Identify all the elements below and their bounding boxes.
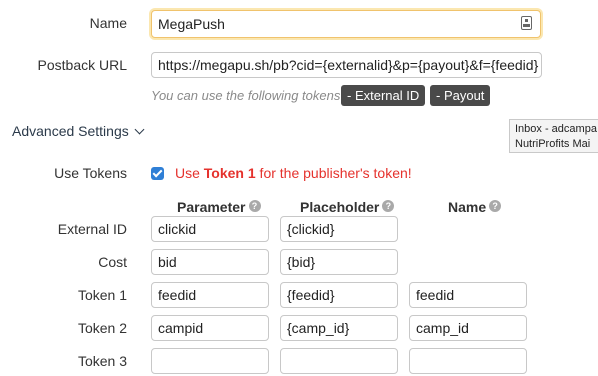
contact-card-icon[interactable]	[521, 16, 532, 30]
warning-suffix: for the publisher's token!	[255, 165, 412, 181]
advanced-settings-title: Advanced Settings	[12, 123, 129, 139]
tooltip-line: Inbox - adcampa	[515, 123, 597, 135]
name-label: Name	[89, 15, 127, 31]
token-1-name-input[interactable]: feedid	[409, 282, 527, 308]
row-label-token-2: Token 2	[77, 320, 127, 336]
postback-url-field[interactable]: https://megapu.sh/pb?cid={externalid}&p=…	[151, 52, 542, 78]
use-tokens-label: Use Tokens	[54, 165, 127, 181]
row-label-token-1: Token 1	[77, 287, 127, 303]
column-header-label: Placeholder	[300, 199, 380, 215]
row-label-token-3: Token 3	[77, 353, 127, 369]
token-1-parameter-input[interactable]: feedid	[151, 282, 269, 308]
warning-bold: Token 1	[203, 165, 256, 181]
use-tokens-checkbox[interactable]	[151, 167, 164, 180]
cost-parameter-input[interactable]: bid	[151, 249, 269, 275]
row-label-cost: Cost	[98, 254, 127, 270]
tokens-hint: You can use the following tokens:	[151, 88, 344, 103]
help-icon[interactable]: ?	[248, 200, 261, 212]
token-3-name-input[interactable]	[409, 348, 527, 374]
column-header-parameter: Parameter?	[177, 199, 261, 215]
help-icon[interactable]: ?	[489, 200, 502, 212]
token-payout-button[interactable]: - Payout	[430, 85, 491, 106]
tooltip-line: NutriProfits Mai	[515, 138, 591, 150]
cost-placeholder-input[interactable]: {bid}	[280, 249, 398, 275]
external-id-placeholder-input[interactable]: {clickid}	[280, 216, 398, 242]
token-2-name-input[interactable]: camp_id	[409, 315, 527, 341]
column-header-label: Name	[448, 199, 487, 215]
name-field[interactable]: MegaPush	[151, 10, 541, 38]
name-value: MegaPush	[158, 16, 225, 32]
postback-url-label: Postback URL	[37, 57, 127, 73]
token-2-placeholder-input[interactable]: {camp_id}	[280, 315, 398, 341]
token-2-parameter-input[interactable]: campid	[151, 315, 269, 341]
column-header-placeholder: Placeholder?	[300, 199, 395, 215]
token-1-placeholder-input[interactable]: {feedid}	[280, 282, 398, 308]
advanced-settings-toggle[interactable]: Advanced Settings	[12, 123, 145, 139]
tooltip-popup: Inbox - adcampa NutriProfits Mai	[509, 119, 598, 153]
token-3-parameter-input[interactable]	[151, 348, 269, 374]
chevron-down-icon	[134, 124, 145, 135]
token-3-placeholder-input[interactable]	[280, 348, 398, 374]
help-icon[interactable]: ?	[382, 200, 395, 212]
row-label-external-id: External ID	[57, 221, 127, 237]
external-id-parameter-input[interactable]: clickid	[151, 216, 269, 242]
token-warning: Use Token 1 for the publisher's token!	[175, 165, 412, 181]
column-header-name: Name?	[448, 199, 502, 215]
warning-prefix: Use	[175, 165, 204, 181]
column-header-label: Parameter	[177, 199, 246, 215]
token-external-id-button[interactable]: - External ID	[341, 85, 426, 106]
